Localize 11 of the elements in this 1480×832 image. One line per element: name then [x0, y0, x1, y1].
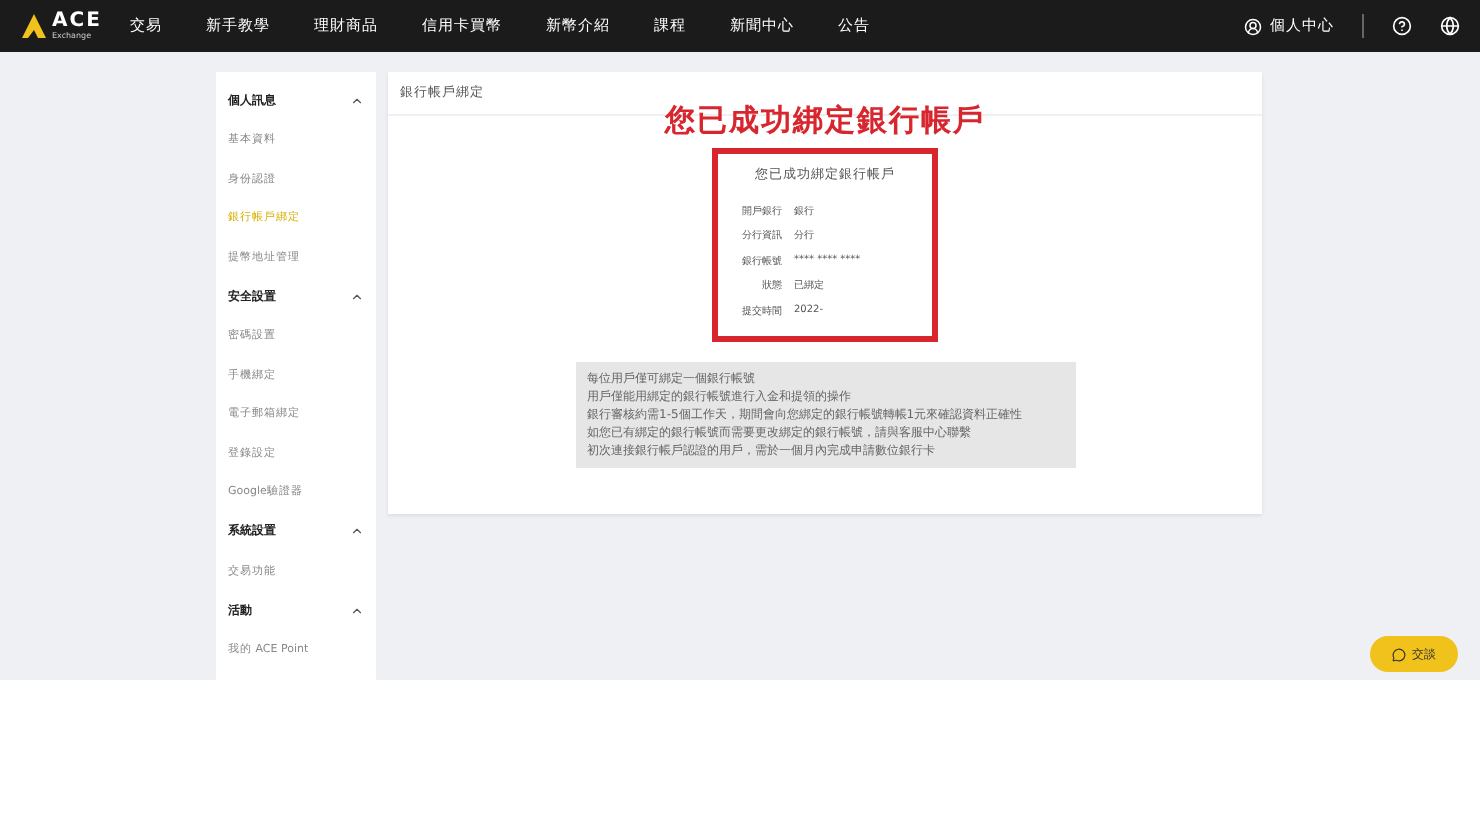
- help-icon[interactable]: [1392, 16, 1412, 36]
- success-heading: 您已成功綁定銀行帳戶: [665, 102, 985, 140]
- chevron-up-icon[interactable]: [350, 603, 364, 617]
- logo-icon: [20, 12, 48, 40]
- chevron-up-icon[interactable]: [350, 93, 364, 107]
- logo-text: ACE: [52, 12, 102, 32]
- user-icon: [1244, 17, 1262, 35]
- speech-bubble-icon: [1392, 647, 1406, 661]
- chevron-up-icon[interactable]: [350, 524, 364, 538]
- chevron-up-icon[interactable]: [350, 289, 364, 303]
- globe-icon[interactable]: [1440, 16, 1460, 36]
